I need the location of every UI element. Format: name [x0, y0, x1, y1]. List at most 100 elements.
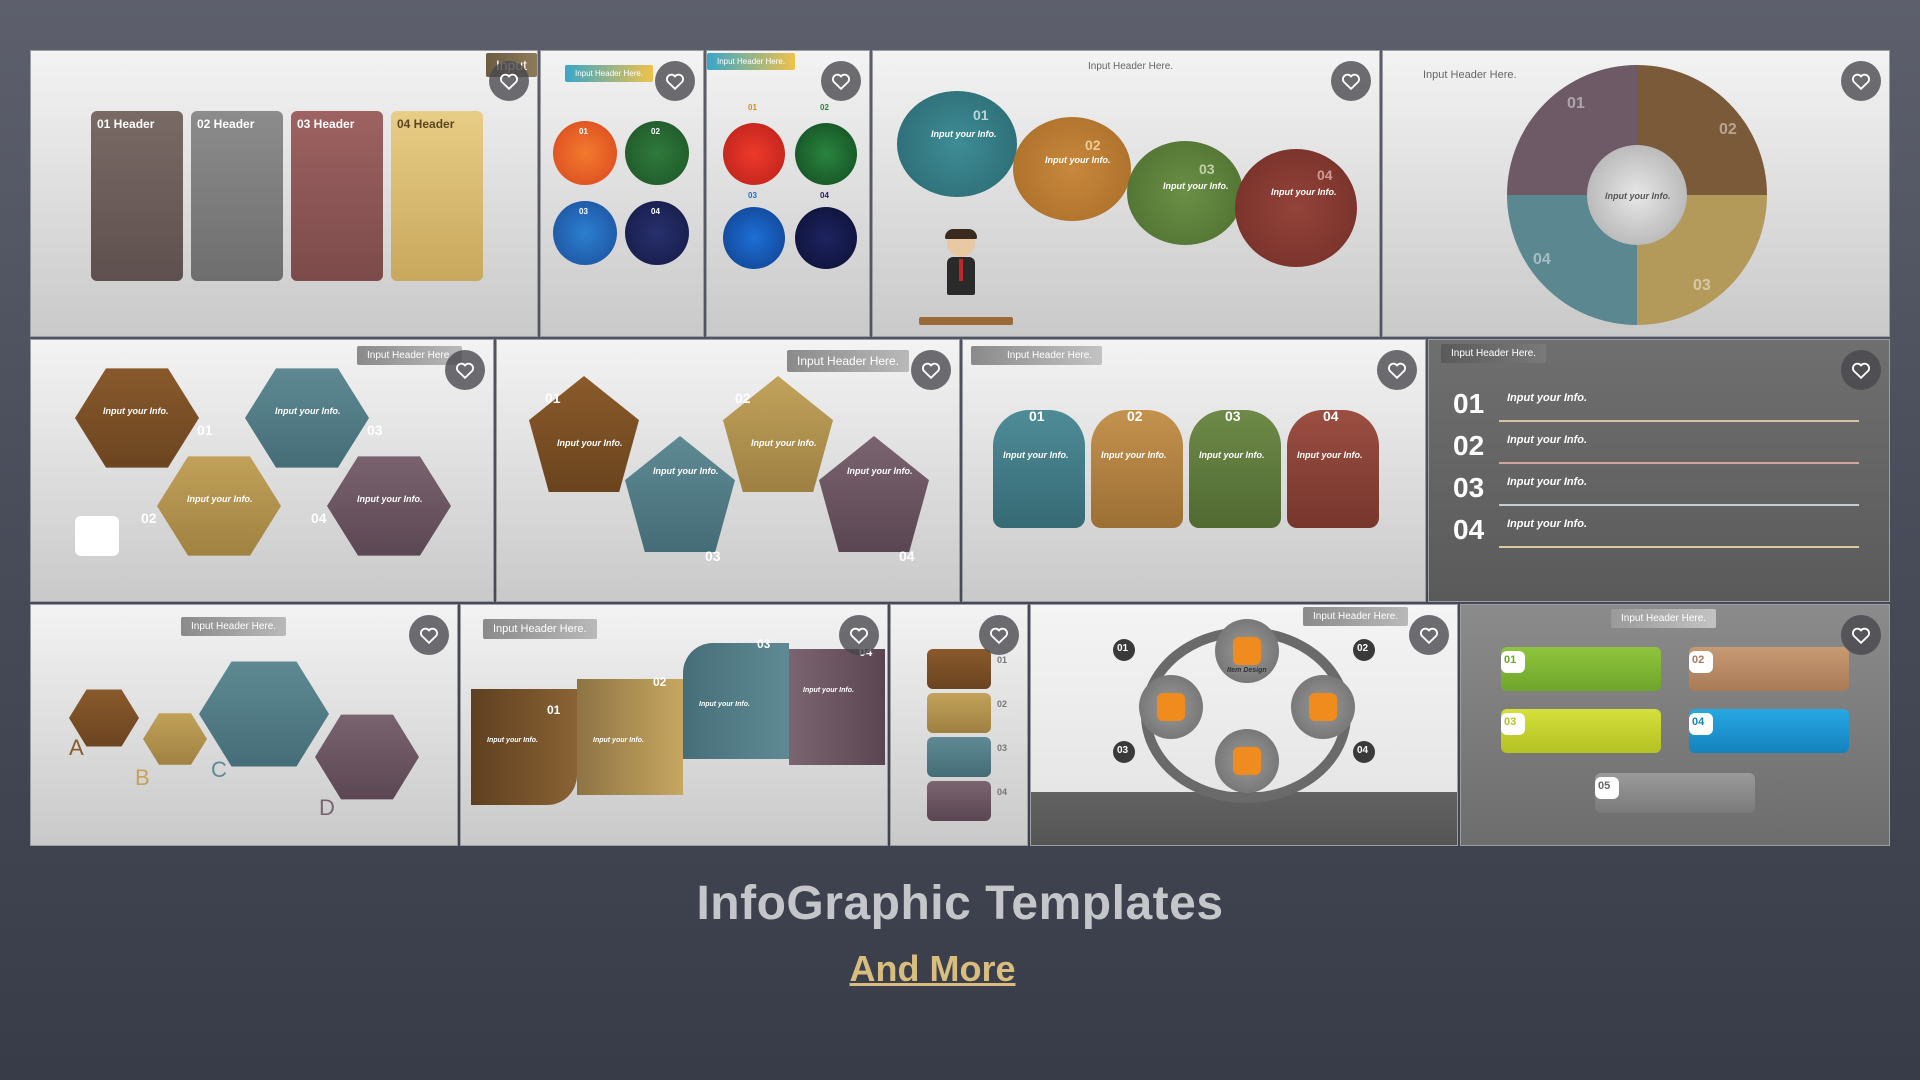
- template-thumb-6[interactable]: Input Header Here. Input your Info. Inpu…: [30, 339, 494, 602]
- template-thumb-4[interactable]: Input Header Here. 01 02 03 04 Input you…: [872, 50, 1380, 337]
- tab-card-01: [1501, 647, 1661, 691]
- badge-num-4: 04: [1357, 745, 1369, 756]
- stack-01: [927, 649, 991, 689]
- tab-card-02: [1689, 647, 1849, 691]
- template-gallery: Input 01 Header 02 Header 03 Header 04 H…: [0, 0, 1920, 860]
- pent-04: [819, 436, 929, 552]
- card-header-2: 02 Header: [197, 117, 255, 131]
- hex-c: [199, 661, 329, 767]
- favorite-button[interactable]: [979, 615, 1019, 655]
- card-header-3: 03 Header: [297, 117, 355, 131]
- template-thumb-9[interactable]: Input Header Here. 01 02 03 04 Input you…: [1428, 339, 1890, 602]
- template-thumb-14[interactable]: Input Header Here. 01 02 03 04 05: [1460, 604, 1890, 846]
- favorite-button[interactable]: [409, 615, 449, 655]
- template-thumb-11[interactable]: Input Header Here. 01 02 03 04 Input you…: [460, 604, 888, 846]
- favorite-button[interactable]: [1841, 61, 1881, 101]
- heart-icon: [666, 73, 684, 91]
- item-design-4: [1233, 747, 1261, 775]
- ribbon-num-3: 03: [757, 637, 771, 651]
- favorite-button[interactable]: [1841, 615, 1881, 655]
- row-num-3: 03: [1453, 472, 1485, 503]
- bubble-info-4: Input your Info.: [1271, 187, 1337, 197]
- circle-num-2: 02: [820, 103, 829, 112]
- heart-icon: [420, 627, 438, 645]
- template-tag: Input Header Here.: [787, 350, 910, 372]
- template-thumb-13[interactable]: Input Header Here. Item Design 01 02 03 …: [1030, 604, 1458, 846]
- heart-icon: [850, 627, 868, 645]
- hex-info-4: Input your Info.: [357, 494, 423, 504]
- badge-num-2: 02: [1357, 643, 1369, 654]
- template-tag: Input Header Here.: [1441, 344, 1547, 363]
- bubble-info-1: Input your Info.: [931, 129, 997, 139]
- hex-num-1: 01: [197, 422, 213, 438]
- ribbon-04: [789, 649, 885, 765]
- circle-num-2: 02: [651, 127, 660, 136]
- favorite-button[interactable]: [911, 350, 951, 390]
- favorite-button[interactable]: [839, 615, 879, 655]
- row-info-4: Input your Info.: [1507, 518, 1588, 530]
- ribbon-01: [471, 689, 577, 805]
- template-thumb-3[interactable]: Input Header Here. 01 02 03 04: [706, 50, 870, 337]
- and-more-link[interactable]: And More: [0, 948, 1865, 990]
- heart-icon: [922, 362, 940, 380]
- hex-b: [143, 713, 207, 765]
- template-tag: Input Header Here.: [565, 65, 654, 82]
- template-thumb-12[interactable]: 01 02 03 04: [890, 604, 1028, 846]
- badge-num-1: 01: [1117, 643, 1129, 654]
- pent-num-3: 03: [705, 548, 721, 564]
- house-num-2: 02: [1127, 408, 1143, 424]
- template-thumb-7[interactable]: Input Header Here. Input your Info. Inpu…: [496, 339, 960, 602]
- stack-num-3: 03: [997, 743, 1008, 753]
- row-bar-1: [1499, 420, 1859, 422]
- pent-info-4: Input your Info.: [847, 466, 913, 476]
- tab-card-05: [1595, 773, 1755, 813]
- favorite-button[interactable]: [821, 61, 861, 101]
- template-header: Input Header Here.: [1423, 69, 1517, 81]
- template-thumb-8[interactable]: Input Header Here. 01 02 03 04 Input you…: [962, 339, 1426, 602]
- heart-icon: [990, 627, 1008, 645]
- favorite-button[interactable]: [489, 61, 529, 101]
- favorite-button[interactable]: [1331, 61, 1371, 101]
- letter-d: D: [319, 795, 335, 820]
- favorite-button[interactable]: [655, 61, 695, 101]
- tab-num-4: 04: [1692, 716, 1705, 728]
- house-card-3: [1189, 410, 1281, 528]
- bubble-04: [1235, 149, 1357, 267]
- row-bar-2: [1499, 462, 1859, 464]
- segment-num-4: 04: [1533, 251, 1551, 268]
- favorite-button[interactable]: [1409, 615, 1449, 655]
- header-card-2: [191, 111, 283, 281]
- pent-num-2: 02: [735, 390, 751, 406]
- tab-num-2: 02: [1692, 654, 1705, 666]
- template-thumb-10[interactable]: Input Header Here. A B C D: [30, 604, 458, 846]
- heart-icon: [1852, 73, 1870, 91]
- bubble-num-1: 01: [973, 107, 989, 123]
- center-info: Input your Info.: [1605, 191, 1671, 201]
- bubble-num-4: 04: [1317, 167, 1333, 183]
- hex-num-4: 04: [311, 510, 327, 526]
- circle-02: [795, 123, 857, 185]
- favorite-button[interactable]: [445, 350, 485, 390]
- circle-num-3: 03: [579, 207, 588, 216]
- item-design-2: [1157, 693, 1185, 721]
- house-num-1: 01: [1029, 408, 1045, 424]
- favorite-button[interactable]: [1377, 350, 1417, 390]
- segment-num-1: 01: [1567, 95, 1585, 112]
- hex-02: [157, 456, 281, 556]
- template-thumb-1[interactable]: Input 01 Header 02 Header 03 Header 04 H…: [30, 50, 538, 337]
- template-thumb-2[interactable]: Input Header Here. 01 02 03 04: [540, 50, 704, 337]
- house-num-3: 03: [1225, 408, 1241, 424]
- template-thumb-5[interactable]: Input Header Here. Input your Info. 01 0…: [1382, 50, 1890, 337]
- bubble-info-3: Input your Info.: [1163, 181, 1229, 191]
- house-card-4: [1287, 410, 1379, 528]
- house-info-1: Input your Info.: [1003, 450, 1069, 460]
- template-tag: Input Header Here.: [483, 619, 597, 639]
- segment-num-3: 03: [1693, 277, 1711, 294]
- item-design-3: [1309, 693, 1337, 721]
- favorite-button[interactable]: [1841, 350, 1881, 390]
- template-tag: Input Header Here.: [181, 617, 287, 636]
- badge-num-3: 03: [1117, 745, 1129, 756]
- heart-icon: [1420, 627, 1438, 645]
- hex-info-1: Input your Info.: [103, 406, 169, 416]
- page-title: InfoGraphic Templates: [696, 877, 1224, 930]
